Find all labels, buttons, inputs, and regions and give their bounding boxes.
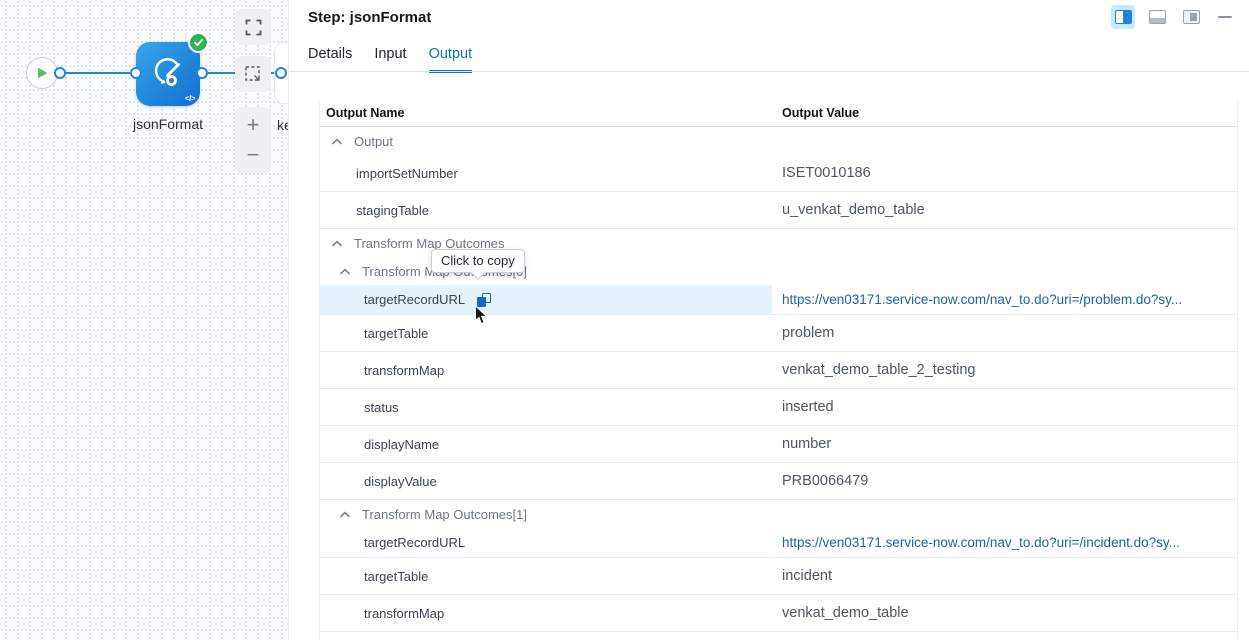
zoom-controls: + − xyxy=(235,107,271,173)
tab-output[interactable]: Output xyxy=(429,46,473,72)
output-value: problem xyxy=(782,325,834,341)
table-row[interactable]: displayName number xyxy=(320,426,1237,463)
node-label: jsonFormat xyxy=(112,116,224,132)
zoom-out-button[interactable]: − xyxy=(247,141,260,169)
output-value: u_venkat_demo_table xyxy=(782,202,925,218)
section-header-output[interactable]: Output xyxy=(320,127,1237,155)
output-name: targetRecordURL xyxy=(364,292,465,307)
chevron-up-icon[interactable] xyxy=(340,268,350,275)
float-panel-button[interactable] xyxy=(1179,5,1203,29)
column-output-name: Output Name xyxy=(320,106,772,120)
input-port[interactable] xyxy=(130,67,142,79)
connector-line xyxy=(58,72,138,74)
output-value: venkat_demo_table_2_testing xyxy=(782,362,975,378)
output-link[interactable]: https://ven03171.service-now.com/nav_to.… xyxy=(782,535,1180,550)
dock-bottom-icon xyxy=(1149,10,1166,24)
dock-right-icon xyxy=(1115,10,1132,24)
output-name: displayName xyxy=(364,437,439,452)
table-header: Output Name Output Value xyxy=(320,100,1237,127)
output-name: targetTable xyxy=(364,326,428,341)
flow-designer-screen: </> jsonFormat ke + − Step: xyxy=(0,0,1249,640)
dock-right-button[interactable] xyxy=(1111,5,1135,29)
fullscreen-icon xyxy=(245,19,262,36)
tab-input[interactable]: Input xyxy=(374,46,406,72)
output-name: transformMap xyxy=(364,363,444,378)
table-row[interactable]: status inserted xyxy=(320,389,1237,426)
panel-title: Step: jsonFormat xyxy=(308,9,431,26)
tabs-separator xyxy=(289,71,1249,72)
minimize-icon xyxy=(1218,16,1232,19)
table-row[interactable]: importSetNumber ISET0010186 xyxy=(320,155,1237,192)
output-name: stagingTable xyxy=(356,203,429,218)
tab-details[interactable]: Details xyxy=(308,46,352,72)
marquee-select-icon xyxy=(244,65,262,83)
zoom-in-button[interactable]: + xyxy=(247,111,260,139)
table-row[interactable]: stagingTable u_venkat_demo_table xyxy=(320,192,1237,229)
output-value: number xyxy=(782,436,831,452)
output-link[interactable]: https://ven03171.service-now.com/nav_to.… xyxy=(782,292,1182,307)
output-name: transformMap xyxy=(364,606,444,621)
float-panel-icon xyxy=(1183,10,1200,24)
json-format-node[interactable]: </> xyxy=(136,42,200,106)
table-row[interactable]: targetRecordURL https://ven03171.service… xyxy=(320,528,1237,558)
output-name: status xyxy=(364,400,399,415)
step-detail-panel: Step: jsonFormat Details Input Output Ou… xyxy=(288,0,1249,640)
output-name: importSetNumber xyxy=(356,166,458,181)
flow-canvas[interactable]: </> jsonFormat ke + − xyxy=(0,0,288,640)
panel-window-controls xyxy=(1111,5,1237,29)
table-row[interactable]: displayValue PRB0066479 xyxy=(320,463,1237,500)
dock-bottom-button[interactable] xyxy=(1145,5,1169,29)
section-header-transform-map-outcomes-1[interactable]: Transform Map Outcomes[1] xyxy=(320,500,1237,528)
copy-tooltip: Click to copy xyxy=(431,249,525,273)
minimize-panel-button[interactable] xyxy=(1213,5,1237,29)
table-row[interactable]: transformMap venkat_demo_table_2_testing xyxy=(320,352,1237,389)
json-parser-icon xyxy=(149,54,187,92)
chevron-up-icon[interactable] xyxy=(332,240,342,247)
section-label: Transform Map Outcomes[1] xyxy=(362,507,527,522)
output-value: incident xyxy=(782,568,832,584)
section-label: Output xyxy=(354,134,393,149)
table-row[interactable]: targetRecordURL https://ven03171.service… xyxy=(320,285,1237,315)
output-port[interactable] xyxy=(54,67,66,79)
table-row[interactable]: targetTable problem xyxy=(320,315,1237,352)
chevron-up-icon[interactable] xyxy=(332,138,342,145)
mouse-cursor-icon xyxy=(474,305,488,325)
output-value: inserted xyxy=(782,399,834,415)
table-row[interactable]: transformMap venkat_demo_table xyxy=(320,595,1237,632)
output-name: displayValue xyxy=(364,474,437,489)
output-name: targetRecordURL xyxy=(364,535,465,550)
highlighted-cell[interactable]: targetRecordURL xyxy=(320,285,772,314)
output-name: targetTable xyxy=(364,569,428,584)
input-port[interactable] xyxy=(275,67,287,79)
marquee-select-button[interactable] xyxy=(235,56,271,92)
panel-tabs: Details Input Output xyxy=(308,46,472,72)
next-node-label: ke xyxy=(277,117,288,133)
output-value: PRB0066479 xyxy=(782,473,868,489)
chevron-up-icon[interactable] xyxy=(340,511,350,518)
output-port[interactable] xyxy=(196,67,208,79)
column-output-value: Output Value xyxy=(772,106,1237,120)
table-row[interactable]: targetTable incident xyxy=(320,558,1237,595)
output-value: ISET0010186 xyxy=(782,165,871,181)
code-glyph-icon: </> xyxy=(185,94,195,103)
play-icon xyxy=(34,65,50,81)
output-table: Output Name Output Value Output importSe… xyxy=(319,100,1238,640)
output-value: venkat_demo_table xyxy=(782,605,909,621)
check-circle-icon xyxy=(190,34,207,51)
fit-to-screen-button[interactable] xyxy=(235,9,271,45)
